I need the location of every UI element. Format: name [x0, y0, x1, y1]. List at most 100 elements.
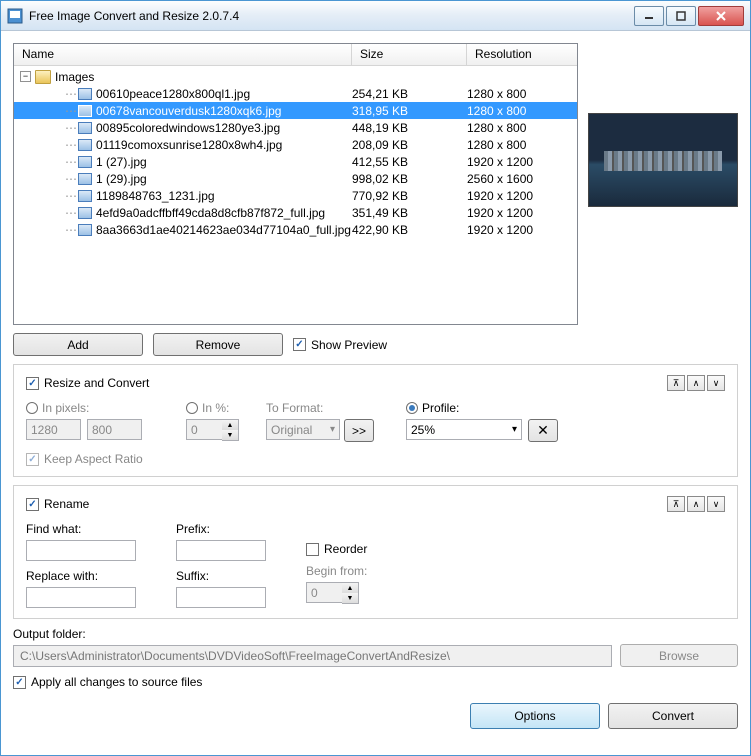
- width-input[interactable]: [26, 419, 81, 440]
- resize-enable-checkbox[interactable]: Resize and Convert: [26, 376, 149, 390]
- suffix-input[interactable]: [176, 587, 266, 608]
- file-row[interactable]: ⋯4efd9a0adcffbff49cda8d8cfb87f872_full.j…: [14, 204, 577, 221]
- to-format-label: To Format:: [266, 401, 386, 415]
- panel-up-button[interactable]: ∧: [687, 375, 705, 391]
- tree-connector-icon: ⋯: [64, 155, 78, 169]
- panel-down-button[interactable]: ∨: [707, 375, 725, 391]
- percent-input[interactable]: [186, 419, 222, 440]
- format-goto-button[interactable]: >>: [344, 419, 374, 442]
- file-resolution: 1920 x 1200: [467, 189, 577, 203]
- prefix-label: Prefix:: [176, 522, 286, 536]
- file-size: 351,49 KB: [352, 206, 467, 220]
- tree-connector-icon: ⋯: [64, 138, 78, 152]
- minimize-button[interactable]: [634, 6, 664, 26]
- profile-clear-button[interactable]: ✕: [528, 419, 558, 442]
- in-percent-radio[interactable]: [186, 402, 198, 414]
- profile-combo[interactable]: 25%: [406, 419, 522, 440]
- file-row[interactable]: ⋯00895coloredwindows1280ye3.jpg448,19 KB…: [14, 119, 577, 136]
- col-name[interactable]: Name: [14, 44, 352, 65]
- check-icon: [13, 676, 26, 689]
- file-resolution: 1920 x 1200: [467, 206, 577, 220]
- profile-label: Profile:: [422, 401, 459, 415]
- convert-button[interactable]: Convert: [608, 703, 738, 729]
- spin-down-button[interactable]: ▼: [222, 430, 238, 440]
- apply-all-checkbox[interactable]: Apply all changes to source files: [13, 675, 738, 689]
- show-preview-label: Show Preview: [311, 338, 387, 352]
- find-what-input[interactable]: [26, 540, 136, 561]
- titlebar: Free Image Convert and Resize 2.0.7.4: [1, 1, 750, 31]
- file-resolution: 1280 x 800: [467, 121, 577, 135]
- file-row[interactable]: ⋯1 (27).jpg412,55 KB1920 x 1200: [14, 153, 577, 170]
- spin-up-button[interactable]: ▲: [342, 583, 358, 593]
- file-row[interactable]: ⋯00610peace1280x800ql1.jpg254,21 KB1280 …: [14, 85, 577, 102]
- suffix-label: Suffix:: [176, 569, 286, 583]
- file-row[interactable]: ⋯00678vancouverdusk1280xqk6.jpg318,95 KB…: [14, 102, 577, 119]
- file-size: 208,09 KB: [352, 138, 467, 152]
- add-button[interactable]: Add: [13, 333, 143, 356]
- file-resolution: 1920 x 1200: [467, 155, 577, 169]
- apply-all-label: Apply all changes to source files: [31, 675, 202, 689]
- spin-down-button[interactable]: ▼: [342, 593, 358, 603]
- close-button[interactable]: [698, 6, 744, 26]
- keep-aspect-label: Keep Aspect Ratio: [44, 452, 143, 466]
- resize-panel: Resize and Convert ⊼ ∧ ∨ In pixels:: [13, 364, 738, 477]
- folder-row[interactable]: − Images: [14, 68, 577, 85]
- begin-from-input[interactable]: [306, 582, 342, 603]
- options-button[interactable]: Options: [470, 703, 600, 729]
- in-pixels-label: In pixels:: [42, 401, 89, 415]
- preview-image: [588, 113, 738, 207]
- prefix-input[interactable]: [176, 540, 266, 561]
- folder-icon: [35, 70, 51, 84]
- maximize-button[interactable]: [666, 6, 696, 26]
- output-path-field[interactable]: C:\Users\Administrator\Documents\DVDVide…: [13, 645, 612, 667]
- panel-first-button[interactable]: ⊼: [667, 375, 685, 391]
- file-name: 00678vancouverdusk1280xqk6.jpg: [96, 104, 281, 118]
- file-resolution: 1280 x 800: [467, 104, 577, 118]
- image-file-icon: [78, 190, 92, 202]
- replace-with-label: Replace with:: [26, 569, 156, 583]
- height-input[interactable]: [87, 419, 142, 440]
- tree-connector-icon: ⋯: [64, 87, 78, 101]
- check-icon: [26, 498, 39, 511]
- col-resolution[interactable]: Resolution: [467, 44, 577, 65]
- collapse-icon[interactable]: −: [20, 71, 31, 82]
- file-name: 4efd9a0adcffbff49cda8d8cfb87f872_full.jp…: [96, 206, 325, 220]
- file-name: 01119comoxsunrise1280x8wh4.jpg: [96, 138, 282, 152]
- rename-enable-checkbox[interactable]: Rename: [26, 497, 89, 511]
- file-name: 1189848763_1231.jpg: [96, 189, 215, 203]
- keep-aspect-checkbox[interactable]: Keep Aspect Ratio: [26, 452, 166, 466]
- app-window: Free Image Convert and Resize 2.0.7.4 Na…: [0, 0, 751, 756]
- find-what-label: Find what:: [26, 522, 156, 536]
- file-size: 448,19 KB: [352, 121, 467, 135]
- format-combo[interactable]: Original: [266, 419, 340, 440]
- file-size: 412,55 KB: [352, 155, 467, 169]
- image-file-icon: [78, 156, 92, 168]
- in-percent-label: In %:: [202, 401, 229, 415]
- replace-with-input[interactable]: [26, 587, 136, 608]
- file-resolution: 1280 x 800: [467, 87, 577, 101]
- file-row[interactable]: ⋯1189848763_1231.jpg770,92 KB1920 x 1200: [14, 187, 577, 204]
- file-row[interactable]: ⋯1 (29).jpg998,02 KB2560 x 1600: [14, 170, 577, 187]
- check-icon: [26, 453, 39, 466]
- file-name: 00895coloredwindows1280ye3.jpg: [96, 121, 280, 135]
- panel-up-button[interactable]: ∧: [687, 496, 705, 512]
- check-icon: [293, 338, 306, 351]
- image-file-icon: [78, 88, 92, 100]
- show-preview-checkbox[interactable]: Show Preview: [293, 338, 387, 352]
- file-row[interactable]: ⋯8aa3663d1ae40214623ae034d77104a0_full.j…: [14, 221, 577, 238]
- profile-radio[interactable]: [406, 402, 418, 414]
- rename-panel: Rename ⊼ ∧ ∨ Find what: Replace with: Pr…: [13, 485, 738, 619]
- panel-first-button[interactable]: ⊼: [667, 496, 685, 512]
- check-icon: [306, 543, 319, 556]
- remove-button[interactable]: Remove: [153, 333, 283, 356]
- tree-connector-icon: ⋯: [64, 172, 78, 186]
- panel-down-button[interactable]: ∨: [707, 496, 725, 512]
- begin-from-label: Begin from:: [306, 564, 367, 578]
- reorder-checkbox[interactable]: Reorder: [306, 542, 367, 556]
- in-pixels-radio[interactable]: [26, 402, 38, 414]
- col-size[interactable]: Size: [352, 44, 467, 65]
- spin-up-button[interactable]: ▲: [222, 420, 238, 430]
- file-size: 998,02 KB: [352, 172, 467, 186]
- file-row[interactable]: ⋯ 01119comoxsunrise1280x8wh4.jpg 208,09 KB…: [14, 136, 577, 153]
- browse-button[interactable]: Browse: [620, 644, 738, 667]
